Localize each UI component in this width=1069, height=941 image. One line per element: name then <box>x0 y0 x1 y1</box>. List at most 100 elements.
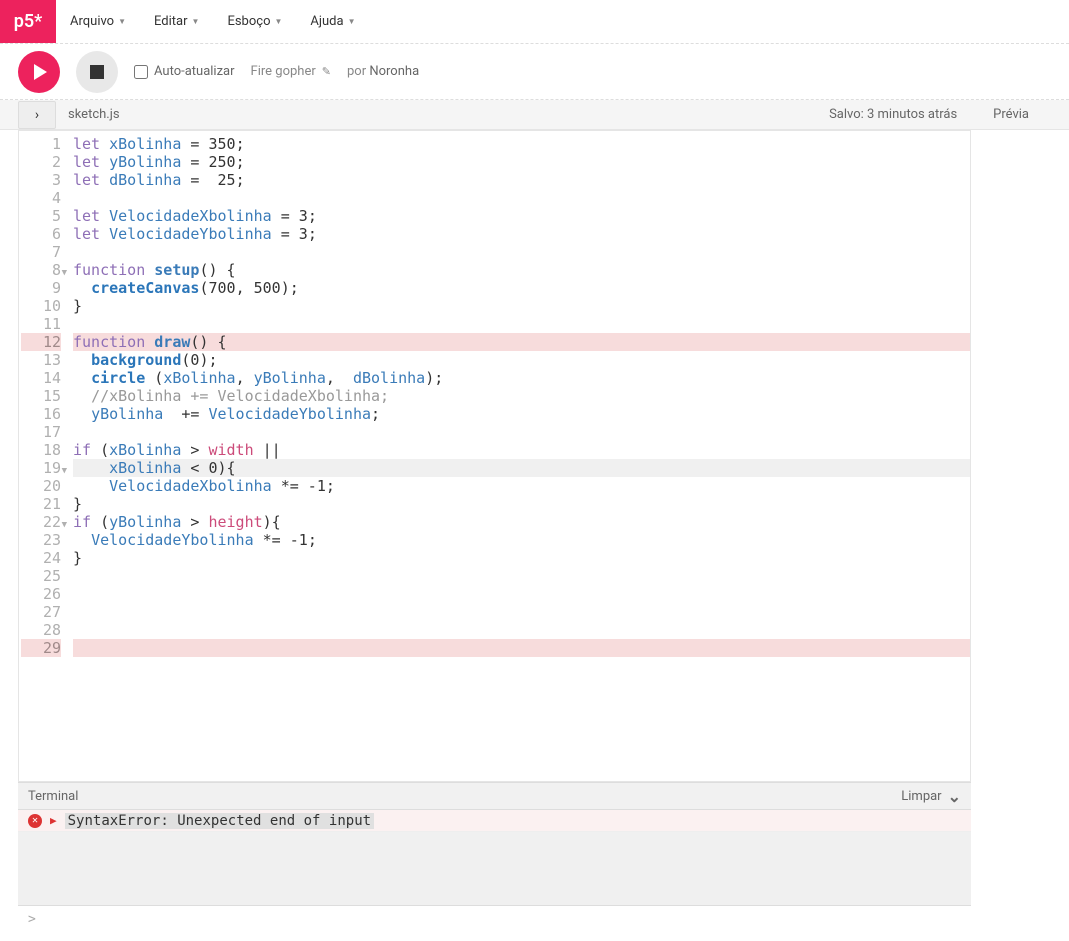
fold-icon[interactable]: ▼ <box>62 462 67 480</box>
code-line[interactable]: function draw() { <box>73 333 970 351</box>
file-header: › sketch.js Salvo: 3 minutos atrás Prévi… <box>0 100 1069 130</box>
line-number: 20 <box>21 477 61 495</box>
menu-edit[interactable]: Editar ▼ <box>140 0 213 43</box>
code-line[interactable] <box>73 585 970 603</box>
fold-icon[interactable]: ▼ <box>62 516 67 534</box>
auto-refresh-label: Auto-atualizar <box>154 64 235 79</box>
saved-status: Salvo: 3 minutos atrás <box>829 107 975 122</box>
line-number: 13 <box>21 351 61 369</box>
code-line[interactable]: if (xBolinha > width || <box>73 441 970 459</box>
code-line[interactable]: xBolinha < 0){ <box>73 459 970 477</box>
menu-sketch-label: Esboço <box>227 14 270 29</box>
terminal-error-row: ✕ ▶ SyntaxError: Unexpected end of input <box>18 810 971 832</box>
code-line[interactable] <box>73 189 970 207</box>
code-line[interactable]: yBolinha += VelocidadeYbolinha; <box>73 405 970 423</box>
code-line[interactable] <box>73 315 970 333</box>
code-line[interactable]: } <box>73 495 970 513</box>
terminal-title: Terminal <box>28 789 78 804</box>
line-number: 1 <box>21 135 61 153</box>
preview-column <box>971 130 1069 932</box>
menu-file[interactable]: Arquivo▼ <box>56 0 140 43</box>
logo[interactable]: p5* <box>0 0 56 43</box>
line-number: 14 <box>21 369 61 387</box>
code-line[interactable]: createCanvas(700, 500); <box>73 279 970 297</box>
code-line[interactable] <box>73 621 970 639</box>
chevron-right-icon: › <box>35 107 39 123</box>
play-icon <box>34 64 47 80</box>
code-content[interactable]: let xBolinha = 350;let yBolinha = 250;le… <box>67 131 970 781</box>
line-number: 12 <box>21 333 61 351</box>
file-name[interactable]: sketch.js <box>56 107 132 122</box>
code-line[interactable]: circle (xBolinha, yBolinha, dBolinha); <box>73 369 970 387</box>
author-name[interactable]: Noronha <box>369 64 419 79</box>
code-line[interactable]: if (yBolinha > height){ <box>73 513 970 531</box>
line-number: 11 <box>21 315 61 333</box>
code-line[interactable]: let dBolinha = 25; <box>73 171 970 189</box>
sketch-name[interactable]: Fire gopher ✎ <box>251 64 331 79</box>
line-number: 23 <box>21 531 61 549</box>
code-line[interactable]: let VelocidadeXbolinha = 3; <box>73 207 970 225</box>
code-line[interactable] <box>73 567 970 585</box>
line-number: 29 <box>21 639 61 657</box>
preview-label: Prévia <box>975 107 1069 122</box>
line-number: 27 <box>21 603 61 621</box>
pencil-icon: ✎ <box>322 65 331 78</box>
editor-wrap: 12345678▼910111213141516171819▼202122▼23… <box>0 130 1069 932</box>
line-number: 21 <box>21 495 61 513</box>
code-line[interactable] <box>73 243 970 261</box>
error-message: SyntaxError: Unexpected end of input <box>65 813 374 829</box>
terminal-input[interactable]: > <box>18 906 971 932</box>
code-line[interactable]: let yBolinha = 250; <box>73 153 970 171</box>
code-line[interactable]: VelocidadeXbolinha *= -1; <box>73 477 970 495</box>
code-line[interactable]: let xBolinha = 350; <box>73 135 970 153</box>
code-editor[interactable]: 12345678▼910111213141516171819▼202122▼23… <box>18 130 971 782</box>
code-line[interactable]: let VelocidadeYbolinha = 3; <box>73 225 970 243</box>
menu-help-label: Ajuda <box>310 14 343 29</box>
code-line[interactable] <box>73 423 970 441</box>
toolbar: Auto-atualizar Fire gopher ✎ por Noronha <box>0 44 1069 100</box>
stop-icon <box>90 65 104 79</box>
menu-edit-label: Editar <box>154 14 188 29</box>
code-line[interactable] <box>73 639 970 657</box>
line-number: 15 <box>21 387 61 405</box>
chevron-down-icon: ⌄ <box>948 787 961 806</box>
menu-file-label: Arquivo <box>70 14 114 29</box>
author-label: por Noronha <box>347 64 419 79</box>
stop-button[interactable] <box>76 51 118 93</box>
sketch-name-text: Fire gopher <box>251 64 316 79</box>
error-icon: ✕ <box>28 814 42 828</box>
terminal-output <box>18 832 971 906</box>
line-number: 7 <box>21 243 61 261</box>
line-number: 18 <box>21 441 61 459</box>
editor-column: 12345678▼910111213141516171819▼202122▼23… <box>0 130 971 932</box>
code-line[interactable]: } <box>73 297 970 315</box>
chevron-down-icon: ▼ <box>192 17 200 26</box>
fold-icon[interactable]: ▼ <box>62 264 67 282</box>
chevron-down-icon: ▼ <box>348 17 356 26</box>
line-number: 8▼ <box>21 261 61 279</box>
terminal-prompt: > <box>28 912 36 927</box>
by-label: por <box>347 64 366 79</box>
menu-help[interactable]: Ajuda ▼ <box>296 0 369 43</box>
code-line[interactable]: } <box>73 549 970 567</box>
code-line[interactable]: //xBolinha += VelocidadeXbolinha; <box>73 387 970 405</box>
code-line[interactable] <box>73 603 970 621</box>
auto-refresh-toggle[interactable]: Auto-atualizar <box>134 64 235 79</box>
line-number: 22▼ <box>21 513 61 531</box>
line-number: 9 <box>21 279 61 297</box>
chevron-down-icon: ▼ <box>274 17 282 26</box>
terminal-header: Terminal Limpar ⌄ <box>18 782 971 810</box>
terminal-clear-button[interactable]: Limpar ⌄ <box>901 787 961 806</box>
line-number: 5 <box>21 207 61 225</box>
code-line[interactable]: VelocidadeYbolinha *= -1; <box>73 531 970 549</box>
terminal-clear-label: Limpar <box>901 789 941 804</box>
sidebar-expand-button[interactable]: › <box>18 101 56 129</box>
code-line[interactable]: background(0); <box>73 351 970 369</box>
menu-sketch[interactable]: Esboço ▼ <box>213 0 296 43</box>
code-line[interactable]: function setup() { <box>73 261 970 279</box>
line-number: 2 <box>21 153 61 171</box>
play-button[interactable] <box>18 51 60 93</box>
line-number: 26 <box>21 585 61 603</box>
auto-refresh-checkbox[interactable] <box>134 65 148 79</box>
menu-bar: p5* Arquivo▼ Editar ▼ Esboço ▼ Ajuda ▼ <box>0 0 1069 44</box>
